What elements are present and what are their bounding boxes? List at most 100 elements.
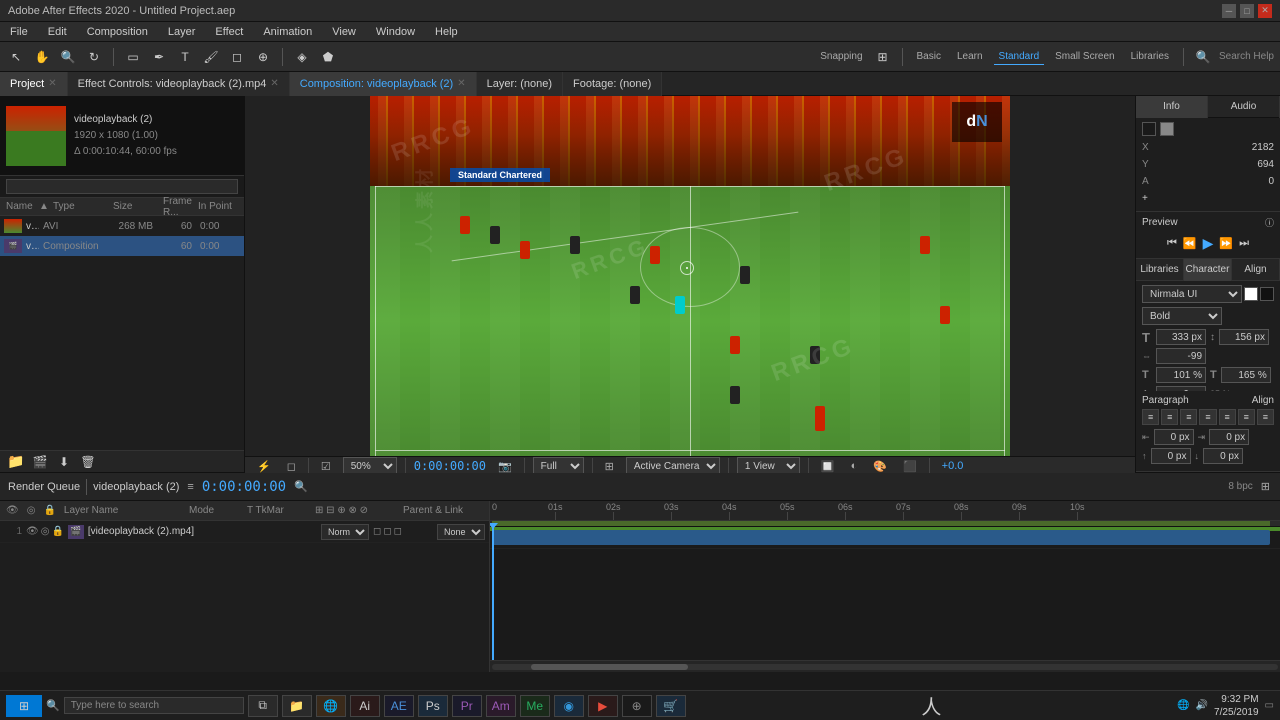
- ae-btn[interactable]: AE: [384, 695, 414, 717]
- tool-zoom[interactable]: 🔍: [58, 47, 78, 67]
- prev-last[interactable]: ⏭: [1237, 235, 1251, 252]
- app6-btn[interactable]: Me: [520, 695, 550, 717]
- layer-mode-select-0[interactable]: Normal Add: [321, 524, 369, 540]
- render-queue-btn[interactable]: Render Queue: [8, 481, 80, 493]
- new-folder-btn[interactable]: 📁: [6, 452, 26, 472]
- tl-more-btn[interactable]: ⊞: [1259, 478, 1272, 495]
- justify-all-btn[interactable]: ≡: [1257, 409, 1274, 425]
- minimize-button[interactable]: ─: [1222, 4, 1236, 18]
- char-vscale-input[interactable]: [1221, 367, 1271, 383]
- space-before-input[interactable]: [1151, 448, 1191, 464]
- chrome-btn[interactable]: 🌐: [316, 695, 346, 717]
- color-swatch-2[interactable]: [1160, 122, 1174, 136]
- work-area-range[interactable]: [492, 521, 1270, 526]
- char-kern-input[interactable]: [1156, 348, 1206, 364]
- font-style-select[interactable]: Bold Regular Italic: [1142, 307, 1222, 325]
- justify-left-btn[interactable]: ≡: [1199, 409, 1216, 425]
- workspace-learn[interactable]: Learn: [952, 49, 988, 64]
- timeline-layer-0[interactable]: 1 👁 ◎ 🔒 🎬 [videoplayback (2).mp4] Normal…: [0, 521, 489, 543]
- layer-parent-select-0[interactable]: None: [437, 524, 485, 540]
- align-left-btn[interactable]: ≡: [1142, 409, 1159, 425]
- prev-next[interactable]: ⏩: [1217, 235, 1235, 252]
- transparency-btn[interactable]: ⬛: [899, 458, 921, 475]
- timeline-playhead[interactable]: [492, 527, 494, 660]
- menu-edit[interactable]: Edit: [44, 24, 71, 40]
- font-family-select[interactable]: Nirmala UI: [1142, 285, 1242, 303]
- workspace-small[interactable]: Small Screen: [1050, 49, 1119, 64]
- text-stroke-swatch[interactable]: [1260, 287, 1274, 301]
- network-btn[interactable]: 🌐: [1177, 700, 1189, 711]
- menu-layer[interactable]: Layer: [164, 24, 200, 40]
- tab-libraries[interactable]: Libraries: [1136, 259, 1184, 281]
- preview-always-btn[interactable]: ⚡: [253, 458, 275, 475]
- tool-rotate[interactable]: ↻: [84, 47, 104, 67]
- comp-settings-btn[interactable]: ≡: [185, 479, 195, 495]
- overlay-btn[interactable]: +0.0: [938, 458, 968, 474]
- char-leading-input[interactable]: [1219, 329, 1269, 345]
- tab-character[interactable]: Character: [1184, 259, 1232, 281]
- tool-puppet[interactable]: ◈: [292, 47, 312, 67]
- delete-btn[interactable]: 🗑: [78, 452, 98, 472]
- prev-prev[interactable]: ⏪: [1181, 235, 1199, 252]
- search-btn[interactable]: 🔍: [1193, 47, 1213, 67]
- menu-effect[interactable]: Effect: [211, 24, 247, 40]
- tab-project-close[interactable]: ✕: [48, 78, 56, 89]
- menu-help[interactable]: Help: [431, 24, 462, 40]
- char-hscale-input[interactable]: [1156, 367, 1206, 383]
- tl-search-btn[interactable]: 🔍: [292, 478, 310, 495]
- space-after-input[interactable]: [1203, 448, 1243, 464]
- workspace-libraries[interactable]: Libraries: [1126, 49, 1174, 64]
- workspace-standard[interactable]: Standard: [994, 49, 1045, 65]
- menu-file[interactable]: File: [6, 24, 32, 40]
- start-button[interactable]: ⊞: [6, 695, 42, 717]
- tab-audio[interactable]: Audio: [1208, 96, 1280, 118]
- import-btn[interactable]: ⬇: [54, 452, 74, 472]
- menu-animation[interactable]: Animation: [259, 24, 316, 40]
- tab-effect-close[interactable]: ✕: [270, 78, 278, 89]
- color-swatch[interactable]: [1142, 122, 1156, 136]
- tool-select[interactable]: ↖: [6, 47, 26, 67]
- media-btn[interactable]: ▶: [588, 695, 618, 717]
- menu-window[interactable]: Window: [372, 24, 419, 40]
- toggle-masks-btn[interactable]: ☑: [317, 458, 335, 475]
- pr-btn[interactable]: Pr: [452, 695, 482, 717]
- tool-rect[interactable]: ▭: [123, 47, 143, 67]
- toggle-grid-btn[interactable]: ⊞: [601, 458, 618, 475]
- layer-eye-0[interactable]: 👁: [26, 526, 39, 537]
- text-color-swatch[interactable]: [1244, 287, 1258, 301]
- layer-sw-1[interactable]: ◻: [373, 526, 381, 537]
- tool-hand[interactable]: ✋: [32, 47, 52, 67]
- tool-clone[interactable]: ⊕: [253, 47, 273, 67]
- tool-eraser[interactable]: ◻: [227, 47, 247, 67]
- layer-lock-0[interactable]: 🔒: [51, 526, 63, 537]
- tool-text[interactable]: T: [175, 47, 195, 67]
- camera-icon[interactable]: 📷: [494, 458, 516, 475]
- track-bar-0[interactable]: [492, 530, 1270, 545]
- tab-info[interactable]: Info: [1136, 96, 1208, 118]
- justify-center-btn[interactable]: ≡: [1219, 409, 1236, 425]
- tool-pen[interactable]: ✒: [149, 47, 169, 67]
- taskview-btn[interactable]: ⧉: [248, 695, 278, 717]
- explorer-btn[interactable]: 📁: [282, 695, 312, 717]
- preview-region-btn[interactable]: ◻: [283, 458, 300, 475]
- maximize-button[interactable]: □: [1240, 4, 1254, 18]
- align-center-btn[interactable]: ≡: [1161, 409, 1178, 425]
- workspace-basic[interactable]: Basic: [912, 49, 946, 64]
- tab-comp-close[interactable]: ✕: [457, 78, 465, 89]
- snapping-btn[interactable]: ⊞: [873, 47, 893, 67]
- tab-layer[interactable]: Layer: (none): [477, 72, 563, 96]
- layer-solo-0[interactable]: ◎: [41, 526, 50, 537]
- align-right-btn[interactable]: ≡: [1180, 409, 1197, 425]
- tab-align[interactable]: Align: [1232, 259, 1280, 281]
- tool-shape[interactable]: ⬟: [318, 47, 338, 67]
- am-btn[interactable]: Am: [486, 695, 516, 717]
- justify-right-btn[interactable]: ≡: [1238, 409, 1255, 425]
- menu-view[interactable]: View: [328, 24, 360, 40]
- security-btn[interactable]: ⊕: [622, 695, 652, 717]
- channels-btn[interactable]: 🎨: [869, 458, 891, 475]
- speaker-btn[interactable]: 🔊: [1196, 700, 1208, 711]
- ps-btn[interactable]: Ps: [418, 695, 448, 717]
- prev-first[interactable]: ⏮: [1165, 235, 1179, 252]
- prev-play[interactable]: ▶: [1201, 233, 1216, 254]
- exposure-btn[interactable]: ◐: [847, 458, 862, 474]
